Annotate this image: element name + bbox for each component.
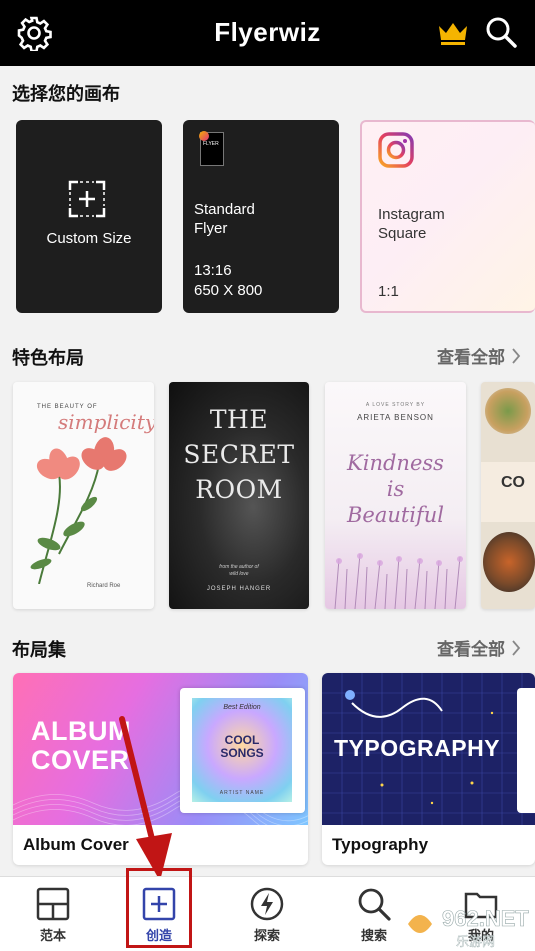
typography-mockup-edge (517, 688, 535, 813)
lavender-field-illustration (334, 553, 463, 609)
simplicity-author: Richard Roe (87, 583, 121, 589)
standard-flyer-name-line1: Standard (194, 201, 255, 218)
secret-room-line2: SECRET (183, 440, 295, 469)
secret-room-line1: THE (209, 405, 269, 434)
instagram-square-name: Instagram Square (378, 205, 445, 243)
standard-flyer-aspect: 13:16 (194, 262, 232, 279)
album-mockup-art: Best Edition COOL SONGS ARTIST NAME (192, 698, 292, 802)
search-icon (358, 888, 391, 921)
featured-section-title: 特色布局 (12, 348, 84, 368)
collection-typography[interactable]: TYPOGRAPHY Typography (322, 673, 535, 865)
instagram-icon (378, 132, 414, 168)
food-bowl-top (485, 388, 531, 434)
nav-templates-label: 范本 (39, 928, 66, 943)
kindness-line2: is (386, 477, 405, 501)
nav-explore-label: 探索 (253, 928, 280, 943)
featured-layout-secret-room[interactable]: THE SECRET ROOM from the author of wild … (169, 382, 309, 609)
secret-room-byline2: wild love (229, 571, 249, 577)
album-headline-line2: COVER (31, 745, 130, 775)
nav-templates[interactable]: 范本 (18, 887, 88, 944)
album-cover-headline: ALBUM COVER (31, 717, 131, 775)
album-artist: ARTIST NAME (219, 790, 265, 796)
bottom-navigation: 范本 创造 探索 搜索 我的 (0, 876, 535, 951)
lightning-icon (250, 887, 284, 921)
nav-folder-label: 我的 (467, 928, 494, 943)
layout-grid-icon (36, 887, 70, 921)
kindness-line3: Beautiful (346, 503, 445, 527)
flower-illustration (30, 437, 127, 584)
instagram-name-line1: Instagram (378, 206, 445, 223)
album-title-line2: SONGS (220, 746, 264, 760)
nav-explore[interactable]: 探索 (232, 887, 302, 944)
crown-icon[interactable] (437, 20, 469, 46)
flyer-thumb-text: FLYER (203, 141, 219, 147)
chevron-right-icon (512, 639, 521, 656)
canvas-instagram-square[interactable]: Instagram Square 1:1 (360, 120, 535, 313)
album-edition: Best Edition (223, 704, 261, 711)
typography-caption: Typography (332, 835, 429, 854)
folder-icon (464, 892, 498, 919)
flyer-thumbnail: FLYER (199, 131, 224, 166)
featured-see-all-label: 查看全部 (437, 348, 505, 367)
custom-size-label: Custom Size (46, 230, 132, 247)
create-highlight-box (126, 868, 192, 948)
custom-size-frame-icon (68, 180, 106, 218)
kindness-title: Kindness is Beautiful (325, 450, 466, 528)
secret-room-byline1: from the author of (219, 564, 259, 570)
standard-flyer-name: Standard Flyer (194, 200, 255, 238)
instagram-ratio: 1:1 (378, 283, 399, 300)
canvas-standard-flyer[interactable]: FLYER Standard Flyer 13:16 650 X 800 (183, 120, 339, 313)
album-title: COOL SONGS (192, 734, 292, 760)
album-mockup: Best Edition COOL SONGS ARTIST NAME (180, 688, 305, 813)
cooking-title: CO (501, 474, 525, 491)
typography-headline: TYPOGRAPHY (334, 735, 501, 761)
featured-layout-simplicity[interactable]: THE BEAUTY OF simplicity Richard Roe (13, 382, 154, 609)
standard-flyer-ratio: 13:16 650 X 800 (194, 261, 262, 301)
secret-room-title: THE SECRET ROOM (169, 402, 309, 507)
album-cover-caption: Album Cover (23, 835, 129, 854)
search-icon[interactable] (484, 15, 518, 49)
canvas-section-title: 选择您的画布 (12, 84, 120, 104)
standard-flyer-size: 650 X 800 (194, 282, 263, 299)
chevron-right-icon (512, 347, 521, 364)
canvas-custom-size[interactable]: Custom Size (16, 120, 162, 313)
collections-see-all[interactable]: 查看全部 (437, 635, 521, 660)
simplicity-title: simplicity (58, 410, 154, 434)
food-bowl-bottom (483, 532, 535, 592)
featured-layout-kindness[interactable]: A LOVE STORY BY ARIETA BENSON Kindness i… (325, 382, 466, 609)
instagram-name-line2: Square (378, 225, 427, 242)
kindness-author: ARIETA BENSON (357, 413, 434, 422)
kindness-line1: Kindness (347, 451, 444, 475)
kindness-kicker: A LOVE STORY BY (365, 402, 426, 408)
top-app-bar: Flyerwiz (0, 0, 535, 66)
secret-room-line3: ROOM (195, 475, 283, 504)
secret-room-author: JOSEPH HANGER (206, 586, 272, 592)
collections-see-all-label: 查看全部 (437, 640, 505, 659)
typography-artwork: TYPOGRAPHY (322, 673, 535, 825)
collection-album-cover[interactable]: ALBUM COVER Best Edition COOL SONGS ARTI… (13, 673, 308, 865)
nav-folder[interactable]: 我的 (446, 887, 516, 944)
collections-section-title: 布局集 (12, 640, 66, 660)
nav-search[interactable]: 搜索 (339, 887, 409, 944)
secret-room-byline: from the author of wild love (169, 564, 309, 578)
flyer-thumb-accent (199, 131, 209, 141)
nav-search-label: 搜索 (360, 928, 387, 943)
featured-layout-cooking[interactable]: CO (481, 382, 535, 609)
featured-see-all[interactable]: 查看全部 (437, 343, 521, 368)
cooking-title-band (481, 462, 535, 522)
standard-flyer-name-line2: Flyer (194, 220, 228, 237)
album-headline-line1: ALBUM (31, 716, 131, 746)
album-cover-artwork: ALBUM COVER Best Edition COOL SONGS ARTI… (13, 673, 308, 825)
